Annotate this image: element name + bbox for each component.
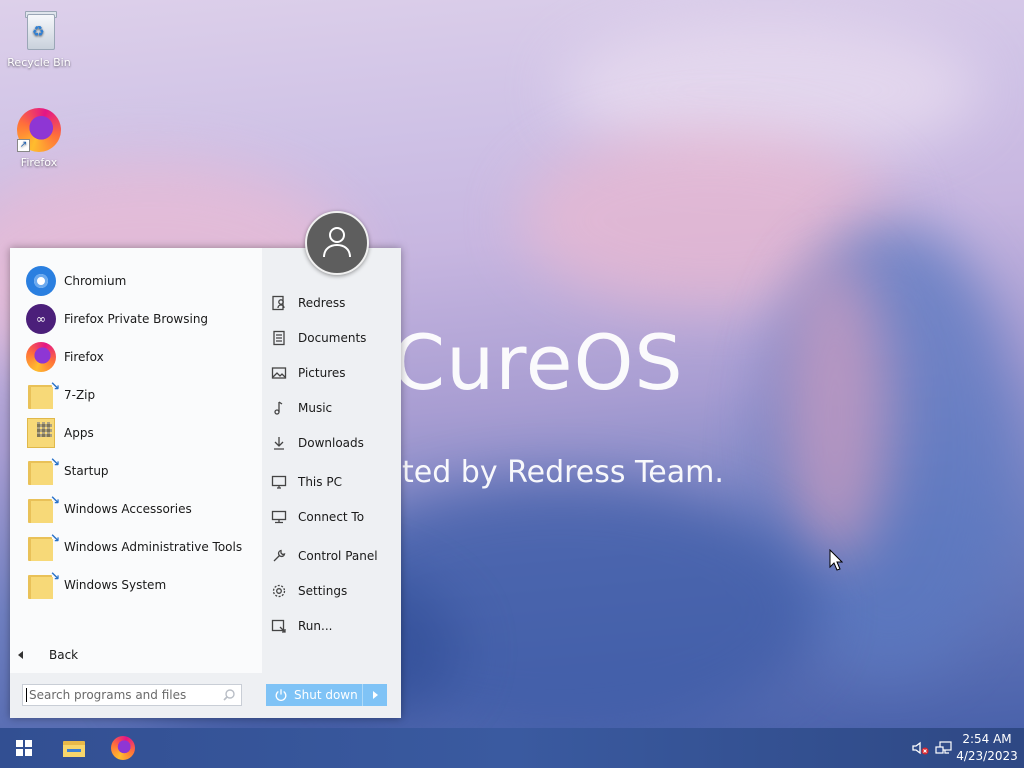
gear-icon bbox=[270, 582, 288, 600]
start-menu: Chromium ∞ Firefox Private Browsing Fire… bbox=[10, 248, 401, 718]
chevron-right-icon bbox=[372, 691, 378, 699]
download-icon bbox=[270, 434, 288, 452]
computer-icon bbox=[270, 473, 288, 491]
program-startup[interactable]: ↘ Startup bbox=[24, 453, 254, 489]
search-input[interactable]: Search programs and files bbox=[22, 684, 242, 706]
volume-muted-icon[interactable] bbox=[908, 728, 932, 768]
folder-icon: ↘ bbox=[24, 568, 60, 602]
back-label: Back bbox=[49, 648, 79, 662]
place-settings[interactable]: Settings bbox=[270, 579, 400, 603]
place-control-panel[interactable]: Control Panel bbox=[270, 544, 400, 568]
program-label: Windows Accessories bbox=[64, 502, 192, 516]
taskbar-file-explorer[interactable] bbox=[51, 728, 97, 768]
music-note-icon bbox=[270, 399, 288, 417]
place-label: Settings bbox=[298, 584, 348, 598]
start-menu-programs-pane: Chromium ∞ Firefox Private Browsing Fire… bbox=[10, 248, 262, 673]
program-windows-system[interactable]: ↘ Windows System bbox=[24, 567, 254, 603]
user-avatar[interactable] bbox=[305, 211, 369, 275]
power-icon bbox=[274, 688, 288, 702]
start-menu-places-pane: Redress Documents Pictures Music Downloa… bbox=[262, 248, 401, 673]
program-firefox[interactable]: Firefox bbox=[24, 339, 254, 375]
place-label: Pictures bbox=[298, 366, 346, 380]
windows-logo-icon bbox=[16, 740, 32, 756]
desktop-icon-label: Recycle Bin bbox=[7, 56, 71, 69]
place-label: This PC bbox=[298, 475, 342, 489]
start-menu-bottom-bar: Search programs and files Shut down bbox=[10, 673, 401, 718]
back-arrow-icon bbox=[18, 651, 23, 659]
place-redress[interactable]: Redress bbox=[270, 291, 400, 315]
program-firefox-private-browsing[interactable]: ∞ Firefox Private Browsing bbox=[24, 301, 254, 337]
desktop-icon-label: Firefox bbox=[20, 156, 58, 169]
place-label: Music bbox=[298, 401, 333, 415]
program-apps[interactable]: Apps bbox=[24, 415, 254, 451]
folder-icon: ↘ bbox=[24, 492, 60, 526]
place-label: Downloads bbox=[298, 436, 364, 450]
user-icon bbox=[323, 227, 351, 258]
program-label: Apps bbox=[64, 426, 94, 440]
clock-time: 2:54 AM bbox=[962, 732, 1012, 746]
ethernet-icon[interactable] bbox=[932, 728, 956, 768]
firefox-icon: ↗ bbox=[17, 108, 61, 152]
program-label: 7-Zip bbox=[64, 388, 96, 402]
recycle-bin-icon: ♻ bbox=[17, 8, 61, 52]
folder-icon: ↘ bbox=[24, 530, 60, 564]
place-this-pc[interactable]: This PC bbox=[270, 470, 400, 494]
wallpaper-tagline: ted by Redress Team. bbox=[402, 455, 724, 490]
program-label: Chromium bbox=[64, 274, 127, 288]
place-downloads[interactable]: Downloads bbox=[270, 431, 400, 455]
firefox-icon bbox=[24, 340, 58, 374]
program-windows-administrative-tools[interactable]: ↘ Windows Administrative Tools bbox=[24, 529, 254, 565]
folder-icon bbox=[63, 739, 85, 757]
firefox-icon bbox=[111, 736, 135, 760]
taskbar bbox=[0, 728, 1024, 768]
text-caret bbox=[26, 688, 27, 702]
place-label: Run... bbox=[298, 619, 333, 633]
shutdown-label: Shut down bbox=[294, 688, 358, 702]
start-button[interactable] bbox=[1, 728, 47, 768]
place-label: Connect To bbox=[298, 510, 365, 524]
mouse-cursor-icon bbox=[829, 549, 843, 571]
program-windows-accessories[interactable]: ↘ Windows Accessories bbox=[24, 491, 254, 527]
user-folder-icon bbox=[270, 294, 288, 312]
shortcut-arrow-icon: ↗ bbox=[17, 139, 30, 152]
place-label: Control Panel bbox=[298, 549, 378, 563]
place-pictures[interactable]: Pictures bbox=[270, 361, 400, 385]
firefox-private-icon: ∞ bbox=[24, 302, 58, 336]
program-label: Windows System bbox=[64, 578, 167, 592]
wrench-icon bbox=[270, 547, 288, 565]
desktop-icon-firefox[interactable]: ↗ Firefox bbox=[3, 108, 75, 169]
taskbar-firefox[interactable] bbox=[100, 728, 146, 768]
back-button[interactable]: Back bbox=[18, 648, 78, 662]
place-documents[interactable]: Documents bbox=[270, 326, 400, 350]
folder-icon: ↘ bbox=[24, 454, 60, 488]
chromium-icon bbox=[24, 264, 58, 298]
search-placeholder: Search programs and files bbox=[29, 688, 187, 702]
search-icon bbox=[223, 689, 235, 701]
program-label: Startup bbox=[64, 464, 109, 478]
program-chromium[interactable]: Chromium bbox=[24, 263, 254, 299]
shutdown-options-button[interactable] bbox=[362, 684, 387, 706]
place-connect-to[interactable]: Connect To bbox=[270, 505, 400, 529]
place-run[interactable]: Run... bbox=[270, 614, 400, 638]
program-label: Windows Administrative Tools bbox=[64, 540, 243, 554]
wallpaper-brand-text: CureOS bbox=[392, 318, 684, 407]
program-label: Firefox Private Browsing bbox=[64, 312, 209, 326]
folder-icon: ↘ bbox=[24, 378, 60, 412]
program-7-zip[interactable]: ↘ 7-Zip bbox=[24, 377, 254, 413]
taskbar-clock[interactable]: 2:54 AM 4/23/2023 bbox=[956, 731, 1018, 765]
desktop-icon-recycle-bin[interactable]: ♻ Recycle Bin bbox=[3, 8, 75, 69]
shutdown-button[interactable]: Shut down bbox=[266, 684, 366, 706]
place-label: Documents bbox=[298, 331, 367, 345]
document-icon bbox=[270, 329, 288, 347]
place-music[interactable]: Music bbox=[270, 396, 400, 420]
run-icon bbox=[270, 617, 288, 635]
network-icon bbox=[270, 508, 288, 526]
clock-date: 4/23/2023 bbox=[956, 749, 1018, 763]
picture-icon bbox=[270, 364, 288, 382]
apps-folder-icon bbox=[24, 416, 58, 450]
place-label: Redress bbox=[298, 296, 346, 310]
program-label: Firefox bbox=[64, 350, 104, 364]
